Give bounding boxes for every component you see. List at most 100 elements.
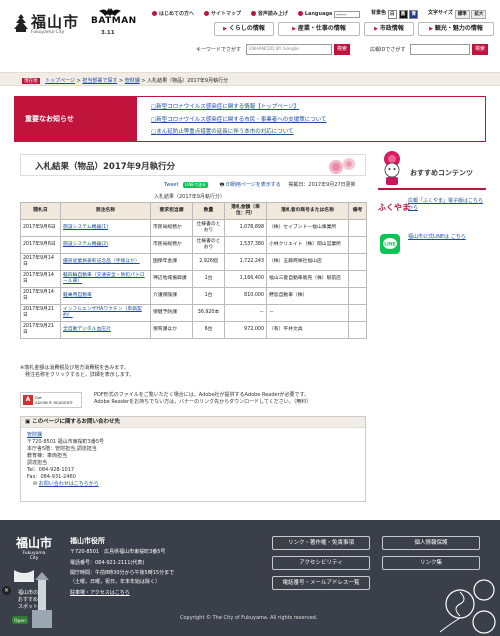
sidebar-item-line[interactable]: LINE 福山市公式LINEは こちら [378,230,486,260]
table-cell: 36,920本 [192,304,225,322]
line-share-button[interactable]: LINEで送る [183,182,208,188]
item-detail-link[interactable]: 軽乗用自動車 [63,293,92,298]
chevron-right-icon [152,11,157,16]
table-cell: 市民局総務か [150,236,193,254]
table-cell [348,236,367,254]
footer-link-privacy[interactable]: 個人情報保護 [382,536,480,550]
footer-info: 福山市役所 〒720-8501 広島県福山市東桜町3番5号 電話番号：084-9… [70,536,174,599]
inquiry-line: 教育棟：車両担当 [27,453,68,459]
rose-mascot-icon [384,151,400,185]
item-detail-link[interactable]: 優良従業員表彰記念品（手帳ほか） [63,259,140,264]
notice-list: ▢新型コロナウイルス感染症に関する情報【トップページ】 ▢新型コロナウイルス感染… [151,101,327,139]
table-cell: 1,078,898 [224,219,267,237]
table-cell: 1台 [192,287,225,305]
tweet-button[interactable]: Tweet [164,182,178,188]
adobe-message-line: PDF形式のファイルをご覧いただく場合には，Adobe社が提供するAdobe R… [94,392,310,398]
notice-item[interactable]: ▢新型コロナウイルス感染症に関する市民・事業者への支援策について [151,114,327,127]
inquiry-dept-link[interactable]: 管財課 [27,432,104,439]
share-bar: Tweet LINEで送る 🖶 印刷用ページを表示する 掲載日：2017年9月2… [164,181,356,190]
keyword-search-button[interactable]: 検索 [334,44,350,55]
table-cell [348,304,367,322]
close-icon[interactable]: × [2,586,11,595]
page-title: 入札結果（物品）2017年9月執行分 [35,162,176,172]
nav-life-label: くらしの情報 [228,25,265,32]
nav-city[interactable]: ▶ 市政情報 [364,22,414,36]
get-adobe-reader-banner[interactable]: A Get ADOBE® READER® [20,392,82,408]
table-row: 2017年9月21日 全自動デジタル血圧計 保育課ほか 6台 972,000 （有）平井文… [20,321,367,339]
item-detail-link[interactable]: 軽四輪自動車（交通安全・防犯パトロール車） [63,273,145,285]
inquiry-phone: Tel：084-928-1017 [27,467,75,473]
size-large-button[interactable]: 拡大 [471,10,487,19]
footer-phone: 電話番号：084-921-2111(代表) [70,560,145,566]
breadcrumb-bar: 現在地 トップページ > 担当部署で探す > 管財課 > 入札結果（物品）201… [0,72,500,86]
ad-id-search-button[interactable]: 検索 [472,44,488,55]
footer-link-directory[interactable]: 電話番号・メールアドレス一覧 [272,576,370,590]
util-first-time[interactable]: はじめての方へ [152,10,194,17]
print-page-link[interactable]: 印刷用ページを表示する [226,182,281,188]
color-white-button[interactable]: 白 [387,10,397,19]
util-sitemap[interactable]: サイトマップ [203,10,241,17]
item-detail-link[interactable]: 施設システム機器(1) [63,225,108,230]
util-speech[interactable]: 音声読み上げ [250,10,288,17]
nav-life[interactable]: ▶ くらしの情報 [214,22,274,36]
adobe-badge-bottom: ADOBE® READER® [35,399,73,405]
language-select[interactable]: ------ [334,11,361,18]
notice-item[interactable]: ▢まん延防止等重点措置の延長に伴う本市の対応について [151,126,327,139]
table-cell [348,219,367,237]
breadcrumb-departments[interactable]: 担当部署で探す [82,78,117,84]
keyword-search-input[interactable]: ENHANCED BY Google [246,44,332,55]
color-black-button[interactable]: 黒 [398,10,408,19]
sidebar-item-pr-magazine[interactable]: ふくやま 広報「ふくやま」電子版はこちらから [378,194,486,224]
print-icon: 🖶 [219,182,225,188]
nav-tourism[interactable]: ▶ 観光・魅力の情報 [418,22,494,36]
table-cell: 2017年9月14日 [20,270,61,288]
batman-banner[interactable]: BATMAN 3.11 [91,8,136,38]
footer-access-link[interactable]: 駐車場・アクセスはこちら [70,588,174,599]
column-header: 要求担当課 [150,202,193,220]
batman-date: 3.11 [101,30,115,36]
size-label: 文字サイズ [428,10,453,16]
table-cell: 6台 [192,321,225,339]
chevron-right-icon: ▶ [429,26,433,32]
fukuyama-castle-icon [14,14,28,32]
table-cell: 2017年9月14日 [20,287,61,305]
banner-label: スポット [18,603,38,610]
item-detail-link[interactable]: 全自動デジタル血圧計 [63,327,111,332]
breadcrumb-top[interactable]: トップページ [45,78,75,84]
table-cell [348,253,367,271]
breadcrumb-kanzai[interactable]: 管財課 [125,78,140,84]
logo-sub: Fukuyama City [31,30,65,35]
fukuyama-pr-icon: ふくやま [378,203,410,212]
notice-heading: 重要なお知らせ [15,97,137,141]
keyword-label: キーワードでさがす [196,47,242,53]
nav-industry-label: 産業・仕事の情報 [297,25,346,32]
batman-title: BATMAN [91,16,137,26]
notice-item[interactable]: ▢新型コロナウイルス感染症に関する情報【トップページ】 [151,101,327,114]
column-header: 開札日 [20,202,61,220]
table-cell: 2017年9月21日 [20,321,61,339]
logo-name: 福山市 [31,13,80,31]
item-detail-link[interactable]: 施設システム機器(2) [63,242,108,247]
ad-id-input[interactable] [410,44,470,55]
color-blue-button[interactable]: 青 [409,10,419,19]
table-row: 2017年9月14日 軽四輪自動車（交通安全・防犯パトロール車） 神辺地域振興課 1台… [20,270,367,288]
size-standard-button[interactable]: 標準 [454,10,470,19]
table-cell: 仕様書のとおり [192,219,225,237]
copyright: Copyright © The City of Fukuyama. All ri… [180,615,318,621]
table-cell: 国保年金課 [150,253,193,271]
bat-icon [99,8,121,16]
nav-industry[interactable]: ▶ 産業・仕事の情報 [278,22,360,36]
castle-banner-icon[interactable]: 福山市の おすすめ スポット Open [4,570,64,630]
contact-form-link[interactable]: お問い合わせはこちらから [39,481,99,487]
table-cell: （有）平井文具 [266,321,349,339]
svg-text:LINE: LINE [384,242,395,248]
site-logo[interactable]: 福山市 Fukuyama City [14,10,84,38]
footer-link-legal[interactable]: リンク・著作権・免責事項 [272,536,370,550]
footer-link-accessibility[interactable]: アクセシビリティ [272,556,370,570]
breadcrumb-current: 入札結果（物品）2017年9月執行分 [147,78,229,84]
cell-item-name: 全自動デジタル血圧計 [60,321,151,339]
footer-link-links[interactable]: リンク集 [382,556,480,570]
item-detail-link[interactable]: インフルエンザHAワクチン（単価契約） [63,307,142,319]
table-row: 2017年9月6日 施設システム機器(2) 市民局総務か 仕様書のとおり 1,537,3… [20,236,367,254]
table-cell: 仕様書のとおり [192,236,225,254]
